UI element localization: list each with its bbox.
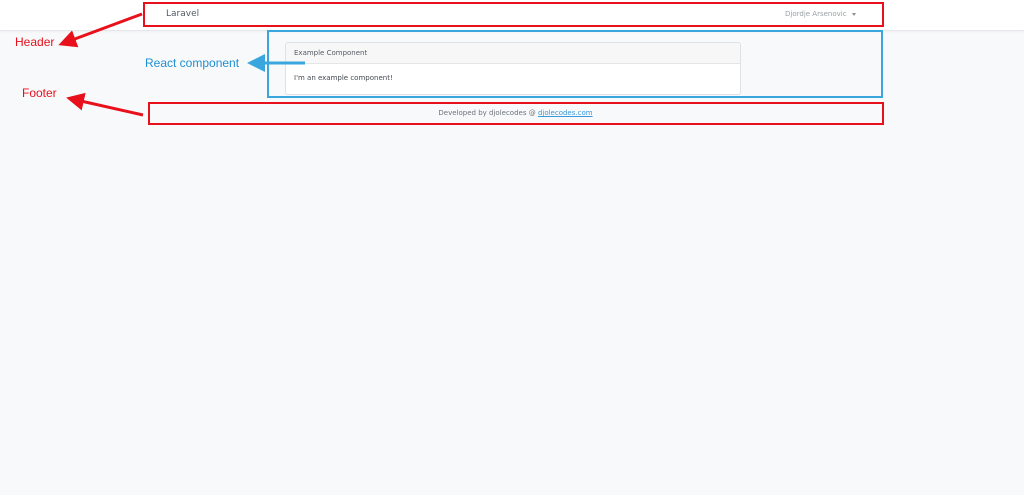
footer-arrow [66, 92, 144, 117]
header-arrow [58, 12, 143, 48]
page: Laravel Djordje Arsenovic Example Compon… [0, 0, 1024, 495]
annotation-arrows [58, 12, 305, 117]
